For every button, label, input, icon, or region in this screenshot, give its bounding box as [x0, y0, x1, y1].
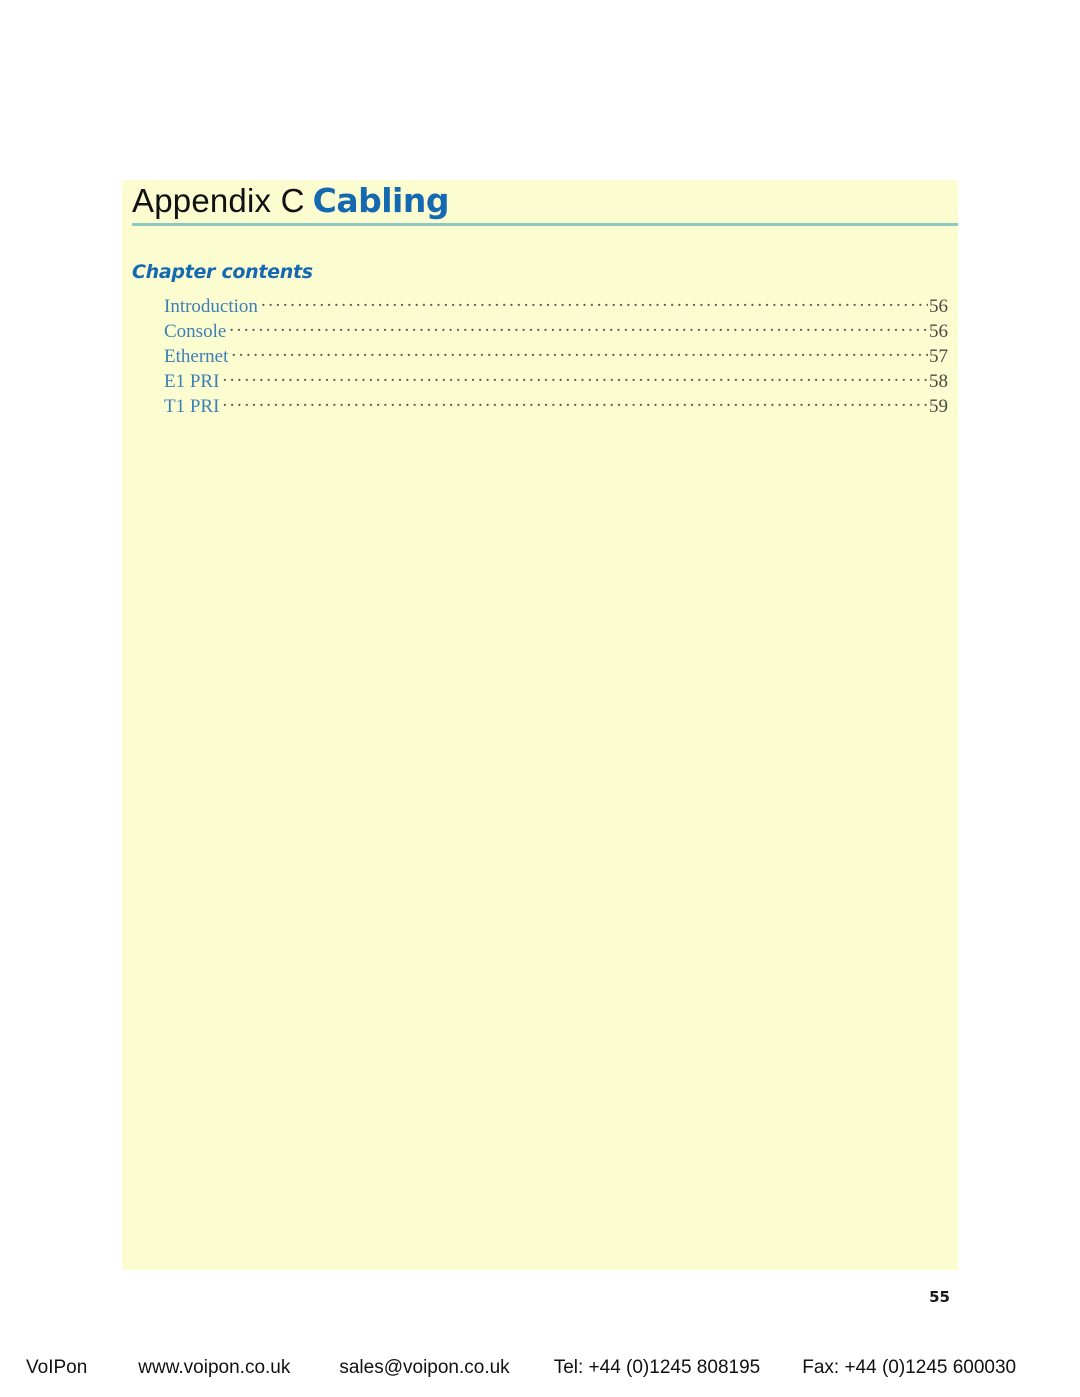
footer-fax: Fax: +44 (0)1245 600030	[802, 1357, 1017, 1378]
title-divider	[132, 223, 958, 226]
toc-leader-dots	[261, 293, 928, 312]
toc-leader-dots	[222, 393, 928, 412]
toc-leader-dots	[229, 318, 928, 337]
footer-telephone: Tel: +44 (0)1245 808195	[553, 1357, 761, 1378]
toc-entry-introduction[interactable]: Introduction 56	[164, 293, 948, 318]
toc-entry-page: 57	[929, 346, 948, 367]
toc-leader-dots	[231, 343, 928, 362]
toc-entry-label: Console	[164, 321, 227, 342]
toc-entry-label: E1 PRI	[164, 371, 220, 392]
page-title-prefix: Appendix C	[132, 182, 305, 219]
toc-entry-ethernet[interactable]: Ethernet 57	[164, 343, 948, 368]
page-number-folio: 55	[929, 1288, 950, 1306]
footer-bar: VoIPon www.voipon.co.uk sales@voipon.co.…	[0, 1357, 1080, 1397]
footer-website-link[interactable]: www.voipon.co.uk	[138, 1357, 290, 1379]
toc-leader-dots	[222, 368, 928, 387]
footer-email-link[interactable]: sales@voipon.co.uk	[339, 1357, 509, 1379]
table-of-contents: Introduction 56 Console 56 Ethernet 57 E…	[164, 293, 948, 418]
toc-entry-label: Introduction	[164, 296, 258, 317]
toc-entry-page: 56	[929, 296, 948, 317]
chapter-contents-heading: Chapter contents	[132, 261, 313, 283]
page-title-main: Cabling	[312, 181, 450, 220]
toc-entry-label: Ethernet	[164, 346, 229, 367]
toc-entry-label: T1 PRI	[164, 396, 220, 417]
toc-entry-t1-pri[interactable]: T1 PRI 59	[164, 393, 948, 418]
content-panel: Appendix C Cabling Chapter contents Intro…	[122, 180, 958, 1270]
toc-entry-page: 56	[929, 321, 948, 342]
toc-entry-page: 58	[929, 371, 948, 392]
toc-entry-page: 59	[929, 396, 948, 417]
toc-entry-console[interactable]: Console 56	[164, 318, 948, 343]
page-title: Appendix C Cabling	[132, 180, 449, 229]
toc-entry-e1-pri[interactable]: E1 PRI 58	[164, 368, 948, 393]
footer-brand: VoIPon	[26, 1357, 88, 1378]
